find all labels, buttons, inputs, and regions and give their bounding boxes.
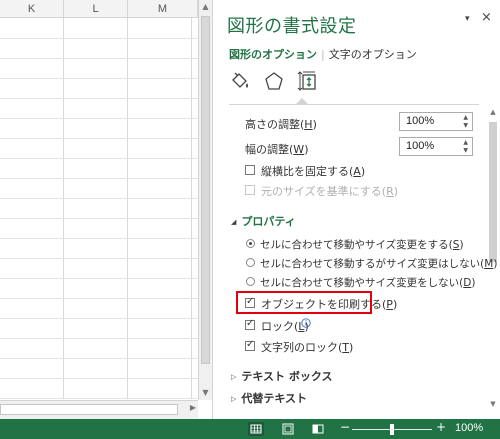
locked-checkbox[interactable] [245,318,255,330]
expand-triangle-icon: ▷ [231,373,237,381]
move-dont-size-radio[interactable] [246,258,255,267]
spin-up-icon[interactable]: ▲ [463,139,468,147]
height-scale-spinner[interactable]: 100% ▲ ▼ [399,112,473,131]
pane-title: 図形の書式設定 [227,16,357,37]
page-layout-view-button[interactable] [280,422,296,436]
grid-line [0,158,198,159]
grid-line [63,18,64,398]
relative-original-label: 元のサイズを基準にする(R) [261,185,399,198]
scroll-thumb[interactable] [201,16,210,364]
highlight-box [236,291,372,314]
task-pane-options-icon[interactable]: ▾ [465,14,470,24]
grid-line [0,318,198,319]
grid-line [0,218,198,219]
grid-line [0,118,198,119]
properties-section-header[interactable]: ◢ プロパティ [231,213,296,229]
scroll-right-icon[interactable]: ▶ [190,403,196,412]
tab-separator: | [321,48,325,61]
grid-line [0,178,198,179]
lock-text-checkbox[interactable] [245,339,255,351]
grid-line [0,258,198,259]
width-scale-label: 幅の調整(W) [245,143,309,156]
column-header-label: M [157,3,168,15]
scroll-down-icon[interactable]: ▼ [199,386,212,400]
lock-aspect-checkbox[interactable] [245,165,255,175]
scroll-thumb[interactable] [489,122,497,262]
width-scale-value[interactable]: 100% [406,140,434,152]
column-header-k[interactable]: K [0,0,64,18]
grid-line [191,18,192,398]
category-icons [229,70,339,94]
grid-line [0,38,198,39]
grid-line [127,18,128,398]
size-properties-icon[interactable] [297,70,319,92]
grid-line [0,198,198,199]
section-label: 代替テキスト [241,392,308,405]
scroll-thumb[interactable] [0,404,178,415]
effects-icon[interactable] [263,70,285,92]
dont-move-size-radio[interactable] [246,277,255,286]
grid-line [0,398,198,399]
column-header-m[interactable]: M [128,0,198,18]
section-label: プロパティ [241,215,296,228]
spin-down-icon[interactable]: ▼ [463,147,468,155]
height-scale-label: 高さの調整(H) [245,118,317,131]
expand-triangle-icon: ▷ [231,395,237,403]
section-label: テキスト ボックス [241,370,333,383]
width-scale-spinner[interactable]: 100% ▲ ▼ [399,137,473,156]
grid-line [0,298,198,299]
move-size-with-cells-radio[interactable] [246,239,255,248]
grid-line [0,138,198,139]
grid-line [0,358,198,359]
scroll-down-icon[interactable]: ▼ [487,400,499,408]
scroll-up-icon[interactable]: ▲ [199,0,212,14]
dont-move-size-label[interactable]: セルに合わせて移動やサイズ変更をしない(D) [260,275,475,290]
horizontal-scrollbar[interactable]: ▶ [0,400,198,419]
move-size-with-cells-label[interactable]: セルに合わせて移動やサイズ変更をする(S) [260,237,464,252]
worksheet-grid[interactable]: K L M ▲ ▼ ▶ [0,0,212,419]
alttext-section-header[interactable]: ▷ 代替テキスト [231,390,307,406]
tab-text-options[interactable]: 文字のオプション [329,48,417,61]
grid-line [0,278,198,279]
scroll-up-icon[interactable]: ▲ [487,108,499,116]
page-layout-icon [282,423,294,435]
divider [229,104,479,105]
vertical-scrollbar[interactable]: ▲ ▼ [198,0,212,400]
zoom-slider-thumb[interactable] [390,424,394,435]
normal-view-button[interactable] [248,422,264,436]
grid-line [0,58,198,59]
grid-line [0,238,198,239]
option-tabs: 図形のオプション | 文字のオプション [229,46,417,62]
status-bar: − + 100% [0,419,500,439]
tab-shape-options[interactable]: 図形のオプション [229,48,317,61]
spin-up-icon[interactable]: ▲ [463,114,468,122]
relative-original-checkbox [245,185,255,195]
column-header-l[interactable]: L [64,0,128,18]
grid-line [0,378,198,379]
spin-down-icon[interactable]: ▼ [463,122,468,130]
column-header-label: K [27,3,36,15]
height-scale-value[interactable]: 100% [406,115,434,127]
fill-line-icon[interactable] [229,70,251,92]
grid-line [0,78,198,79]
lock-text-label[interactable]: 文字列のロック(T) [261,339,353,355]
close-icon[interactable]: × [481,10,492,25]
format-shape-pane: 図形の書式設定 ▾ × 図形のオプション | 文字のオプション ▲ ▼ 高さの調整(… [212,0,500,419]
textbox-section-header[interactable]: ▷ テキスト ボックス [231,368,333,384]
info-icon[interactable] [301,318,311,328]
zoom-out-button[interactable]: − [340,420,350,434]
lock-aspect-label[interactable]: 縦横比を固定する(A) [261,163,365,179]
grid-line [0,338,198,339]
page-break-preview-button[interactable] [310,422,326,436]
collapse-triangle-icon: ◢ [231,218,237,226]
column-header-label: L [92,3,99,15]
page-break-icon [312,424,324,434]
zoom-in-button[interactable]: + [436,420,446,434]
normal-view-icon [250,424,262,434]
zoom-level[interactable]: 100% [455,422,483,434]
move-dont-size-label[interactable]: セルに合わせて移動するがサイズ変更はしない(M) [260,256,497,271]
grid-line [0,98,198,99]
